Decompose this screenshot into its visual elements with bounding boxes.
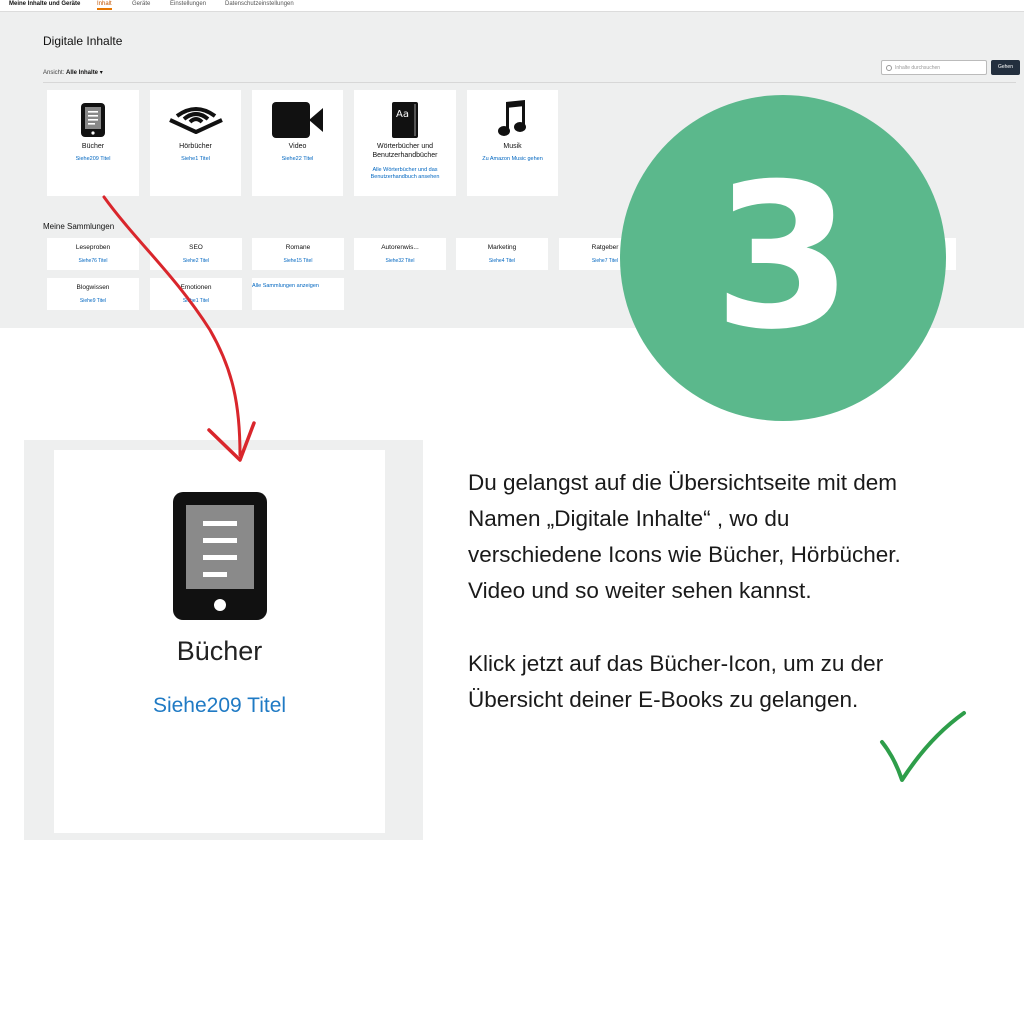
text-line: Klick jetzt auf das Bücher-Icon, um zu d… xyxy=(468,651,884,676)
text-line: verschiedene Icons wie Bücher, Hörbücher… xyxy=(468,542,901,567)
text-line: Video und so weiter sehen kannst. xyxy=(468,578,812,603)
text-line: Du gelangst auf die Übersichtseite mit d… xyxy=(468,470,897,495)
explanation-paragraph-2: Klick jetzt auf das Bücher-Icon, um zu d… xyxy=(468,646,988,718)
red-arrow-head-icon xyxy=(207,421,256,462)
text-line: Namen „Digitale Inhalte“ , wo du xyxy=(468,506,790,531)
red-arrow-icon xyxy=(102,195,242,457)
green-checkmark-icon xyxy=(880,711,966,782)
explanation-paragraph-1: Du gelangst auf die Übersichtseite mit d… xyxy=(468,465,988,609)
text-line: Übersicht deiner E-Books zu gelangen. xyxy=(468,687,859,712)
